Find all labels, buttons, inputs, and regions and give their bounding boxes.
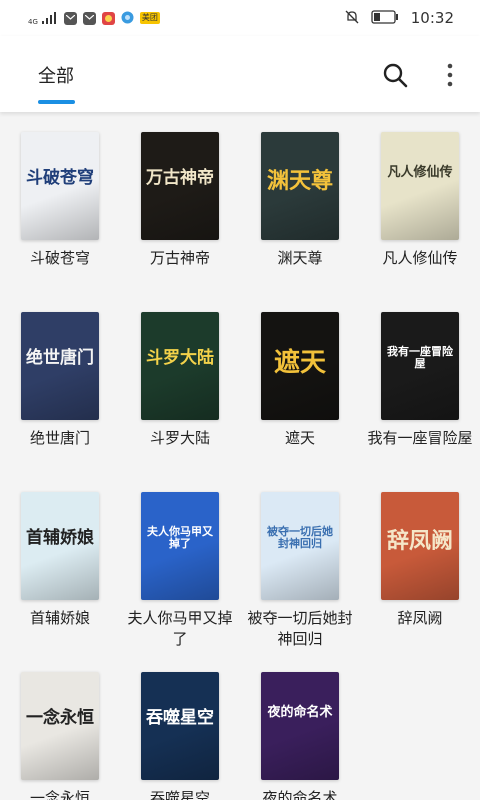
meituan-badge: 美团 (139, 12, 160, 24)
app-notification-icon (101, 11, 115, 25)
book-cover[interactable]: 夫人你马甲又掉了 (141, 492, 219, 600)
browser-icon (121, 9, 134, 28)
book-cover[interactable]: 斗破苍穹 (21, 132, 99, 240)
book-cover[interactable]: 遮天 (261, 312, 339, 420)
book-title: 绝世唐门 (29, 429, 90, 447)
status-bar-left: 4G 美团 (28, 9, 160, 28)
book-cover-title: 夜的命名术 (267, 705, 333, 720)
book-cover-title: 万古神帝 (146, 168, 214, 188)
book-title: 吞噬星空 (149, 789, 210, 800)
book-cover[interactable]: 斗罗大陆 (141, 312, 219, 420)
more-vertical-icon (447, 63, 453, 87)
book-cover[interactable]: 万古神帝 (141, 132, 219, 240)
battery-icon (371, 9, 399, 28)
clock: 10:32 (410, 9, 454, 27)
book-cover-title: 绝世唐门 (26, 348, 94, 368)
book-cover-title: 我有一座冒险屋 (387, 345, 453, 370)
book-cover-title: 凡人修仙传 (387, 165, 453, 180)
book-cover[interactable]: 首辅娇娘 (21, 492, 99, 600)
book-title: 辞凤阙 (397, 609, 443, 627)
book-title: 夜的命名术 (262, 789, 338, 800)
book-cover-title: 首辅娇娘 (26, 528, 94, 548)
status-bar: 4G 美团 10:32 (0, 0, 480, 36)
active-tab-indicator (38, 100, 75, 104)
book-title: 我有一座冒险屋 (367, 429, 473, 447)
app-header: 全部 (0, 36, 480, 112)
book-cover[interactable]: 吞噬星空 (141, 672, 219, 780)
tab-all[interactable]: 全部 (38, 62, 74, 88)
book-cover[interactable]: 渊天尊 (261, 132, 339, 240)
book-cover[interactable]: 绝世唐门 (21, 312, 99, 420)
book-cover[interactable]: 一念永恒 (21, 672, 99, 780)
status-bar-right: 10:32 (345, 9, 454, 28)
book-cover-title: 遮天 (273, 348, 326, 378)
bookshelf: 斗破苍穹 斗破苍穹 万古神帝 万古神帝 渊天尊 渊天尊 凡人修仙传 凡人修仙传 绝世唐门 绝世唐门… (0, 112, 480, 800)
book-cover[interactable]: 被夺一切后她封神回归 (261, 492, 339, 600)
book-cover-title: 被夺一切后她封神回归 (267, 525, 333, 550)
book-cover-title: 吞噬星空 (146, 708, 214, 728)
mail-icon (82, 11, 96, 25)
book-cover[interactable]: 夜的命名术 (261, 672, 339, 780)
book-cover-title: 斗罗大陆 (146, 348, 214, 368)
book-title: 被夺一切后她封神回归 (247, 609, 353, 648)
book-title: 夫人你马甲又掉了 (127, 609, 233, 648)
book-title: 凡人修仙传 (382, 249, 458, 267)
signal-icon (41, 9, 58, 28)
network-type: 4G (28, 17, 38, 26)
more-button[interactable] (440, 58, 460, 92)
book-title: 斗破苍穹 (29, 249, 90, 267)
book-cover[interactable]: 辞凤阙 (381, 492, 459, 600)
book-title: 渊天尊 (277, 249, 323, 267)
book-cover-title: 斗破苍穹 (26, 168, 94, 188)
mute-icon (345, 9, 359, 28)
search-icon (383, 63, 408, 88)
book-title: 一念永恒 (29, 789, 90, 800)
book-title: 遮天 (284, 429, 315, 447)
book-cover-title: 渊天尊 (266, 168, 333, 194)
message-icon (63, 11, 77, 25)
book-title: 首辅娇娘 (29, 609, 90, 627)
book-cover[interactable]: 我有一座冒险屋 (381, 312, 459, 420)
book-title: 万古神帝 (149, 249, 210, 267)
book-cover-title: 辞凤阙 (386, 528, 453, 554)
search-button[interactable] (378, 58, 412, 92)
book-cover-title: 夫人你马甲又掉了 (147, 525, 213, 550)
book-cover[interactable]: 凡人修仙传 (381, 132, 459, 240)
book-title: 斗罗大陆 (149, 429, 210, 447)
book-cover-title: 一念永恒 (26, 708, 94, 728)
